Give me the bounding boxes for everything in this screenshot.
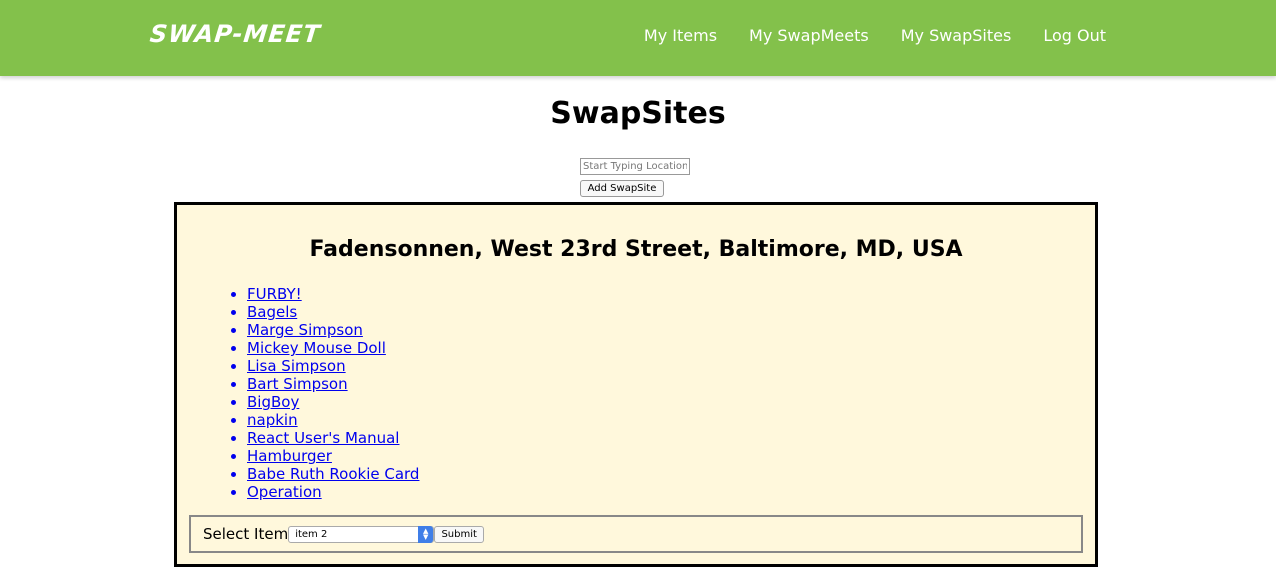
list-item: Mickey Mouse Doll	[247, 339, 419, 357]
nav-my-items[interactable]: My Items	[644, 26, 717, 45]
item-link-hamburger[interactable]: Hamburger	[247, 447, 332, 465]
list-item: Marge Simpson	[247, 321, 419, 339]
select-chevron-icon: ▲ ▼	[418, 525, 434, 543]
item-link-bagels[interactable]: Bagels	[247, 303, 297, 321]
item-link-lisa-simpson[interactable]: Lisa Simpson	[247, 357, 346, 375]
item-select-value: item 2	[295, 528, 328, 540]
list-item: FURBY!	[247, 285, 419, 303]
item-link-mickey-mouse-doll[interactable]: Mickey Mouse Doll	[247, 339, 386, 357]
item-link-furby[interactable]: FURBY!	[247, 285, 302, 303]
item-link-napkin[interactable]: napkin	[247, 411, 298, 429]
item-link-bigboy[interactable]: BigBoy	[247, 393, 299, 411]
nav-log-out[interactable]: Log Out	[1043, 26, 1106, 45]
item-select[interactable]: item 2 ▲ ▼	[288, 525, 435, 543]
nav-links: My Items My SwapMeets My SwapSites Log O…	[644, 26, 1106, 45]
page-title: SwapSites	[550, 96, 726, 131]
item-link-operation[interactable]: Operation	[247, 483, 322, 501]
list-item: Operation	[247, 483, 419, 501]
item-link-react-users-manual[interactable]: React User's Manual	[247, 429, 399, 447]
list-item: napkin	[247, 411, 419, 429]
item-link-marge-simpson[interactable]: Marge Simpson	[247, 321, 363, 339]
list-item: BigBoy	[247, 393, 419, 411]
list-item: React User's Manual	[247, 429, 419, 447]
list-item: Bart Simpson	[247, 375, 419, 393]
select-item-form: Select Item item 2 ▲ ▼ Submit	[189, 515, 1083, 553]
item-link-babe-ruth-rookie-card[interactable]: Babe Ruth Rookie Card	[247, 465, 419, 483]
swapsite-item-list: FURBY! Bagels Marge Simpson Mickey Mouse…	[227, 285, 419, 501]
add-swapsite-button[interactable]: Add SwapSite	[580, 180, 664, 197]
app-logo[interactable]: SWAP-MEET	[149, 20, 323, 48]
select-item-label: Select Item	[203, 525, 289, 543]
list-item: Bagels	[247, 303, 419, 321]
location-search-input[interactable]	[580, 158, 690, 175]
navbar: SWAP-MEET My Items My SwapMeets My SwapS…	[0, 0, 1276, 76]
swapsite-name: Fadensonnen, West 23rd Street, Baltimore…	[309, 237, 963, 262]
nav-my-swapmeets[interactable]: My SwapMeets	[749, 26, 869, 45]
item-link-bart-simpson[interactable]: Bart Simpson	[247, 375, 348, 393]
list-item: Lisa Simpson	[247, 357, 419, 375]
list-item: Hamburger	[247, 447, 419, 465]
list-item: Babe Ruth Rookie Card	[247, 465, 419, 483]
swapsite-card: Fadensonnen, West 23rd Street, Baltimore…	[174, 202, 1098, 567]
nav-my-swapsites[interactable]: My SwapSites	[901, 26, 1012, 45]
submit-button[interactable]: Submit	[434, 525, 485, 543]
